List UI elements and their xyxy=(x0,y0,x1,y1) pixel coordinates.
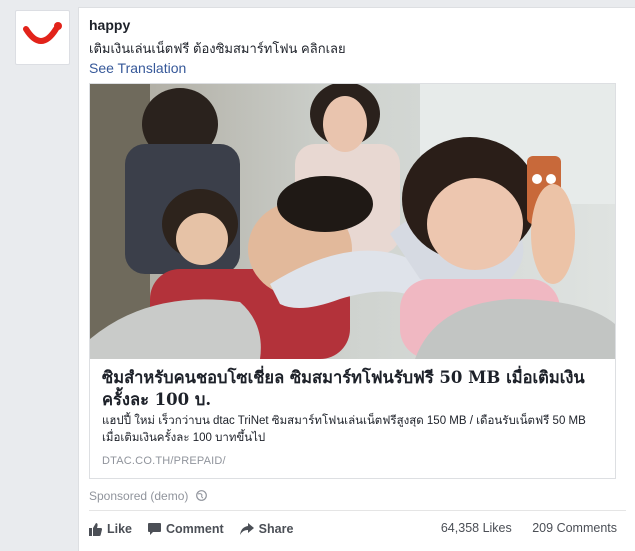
see-translation-link[interactable]: See Translation xyxy=(89,60,186,76)
link-domain: DTAC.CO.TH/PREPAID/ xyxy=(102,455,226,467)
link-headline[interactable]: ซิมสำหรับคนชอบโซเชี่ยล ซิมสมาร์ทโฟนรับฟร… xyxy=(102,367,602,411)
share-label: Share xyxy=(258,522,294,536)
page-avatar[interactable] xyxy=(15,10,70,65)
like-button[interactable]: Like xyxy=(89,522,132,536)
happy-logo-icon xyxy=(23,22,62,44)
share-button[interactable]: Share xyxy=(239,522,294,536)
page-name[interactable]: happy xyxy=(89,17,130,33)
like-icon xyxy=(89,522,102,536)
ad-photo[interactable] xyxy=(90,84,615,359)
action-bar: Like Comment Share xyxy=(89,520,309,538)
link-preview[interactable]: ซิมสำหรับคนชอบโซเชี่ยล ซิมสมาร์ทโฟนรับฟร… xyxy=(89,83,616,479)
sponsored-text: Sponsored (demo) xyxy=(89,489,189,503)
action-divider xyxy=(89,510,626,511)
sponsored-label: Sponsored (demo) xyxy=(89,489,207,504)
comments-count[interactable]: 209 Comments xyxy=(532,521,617,535)
comment-label: Comment xyxy=(166,522,224,536)
engagement-stats: 64,358 Likes 209 Comments xyxy=(424,521,617,535)
likes-count[interactable]: 64,358 Likes xyxy=(441,521,512,535)
post-card: happy เติมเงินเล่นเน็ตฟรี ต้องซิมสมาร์ทโ… xyxy=(78,7,635,551)
comment-button[interactable]: Comment xyxy=(148,522,224,536)
globe-icon xyxy=(195,489,207,504)
share-icon xyxy=(239,523,254,535)
comment-icon xyxy=(148,523,162,535)
like-label: Like xyxy=(107,522,133,536)
post-text: เติมเงินเล่นเน็ตฟรี ต้องซิมสมาร์ทโฟน คลิ… xyxy=(89,41,346,56)
link-description: แฮปปี้ ใหม่ เร็วกว่าบน dtac TriNet ซิมสม… xyxy=(102,415,586,444)
